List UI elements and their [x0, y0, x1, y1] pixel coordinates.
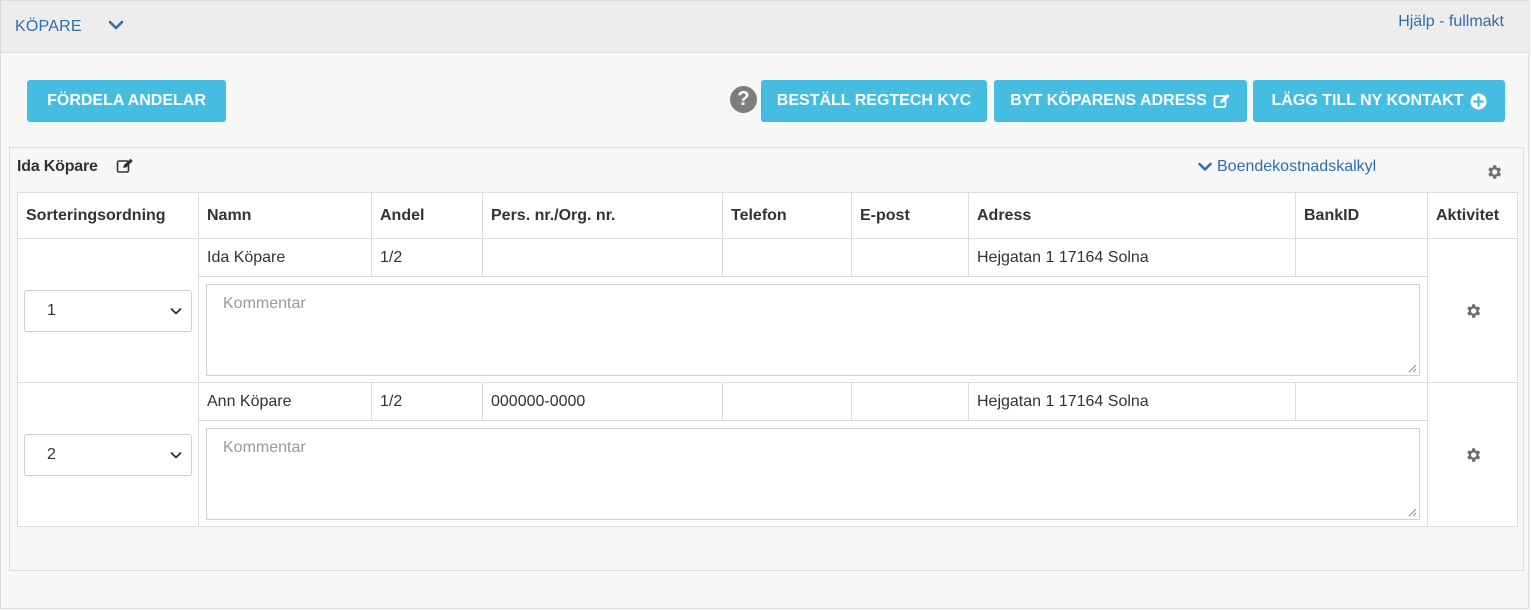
- col-sort-order[interactable]: Sorteringsordning: [17, 192, 199, 239]
- comment-textarea[interactable]: Kommentar: [206, 283, 1420, 376]
- col-email[interactable]: E-post: [851, 192, 969, 239]
- sort-order-cell: 2: [17, 382, 199, 527]
- id-number-cell: [482, 238, 723, 277]
- phone-cell: [722, 382, 852, 421]
- col-phone[interactable]: Telefon: [722, 192, 852, 239]
- distribute-shares-label: FÖRDELA ANDELAR: [47, 92, 206, 109]
- chevron-down-icon: [170, 451, 182, 458]
- id-number-cell: 000000-0000: [482, 382, 723, 421]
- chevron-down-icon[interactable]: [107, 17, 125, 33]
- buyer-panel: Ida Köpare Boendekostnadskalkyl Sorterin…: [9, 147, 1524, 571]
- help-link[interactable]: Hjälp - fullmakt: [1398, 13, 1504, 31]
- plus-circle-icon: [1470, 93, 1486, 109]
- section-title[interactable]: KÖPARE: [15, 18, 82, 36]
- table-row: 1 Ida Köpare 1/2 Hejgatan 1 17164 Solna: [17, 238, 1518, 383]
- sort-order-value: 2: [47, 445, 56, 463]
- comment-placeholder: Kommentar: [223, 294, 306, 312]
- resize-handle-icon[interactable]: [1407, 363, 1417, 373]
- buyers-table: Sorteringsordning Namn Andel Pers. nr./O…: [17, 192, 1518, 527]
- calc-link-label: Boendekostnadskalkyl: [1217, 158, 1377, 175]
- comment-textarea[interactable]: Kommentar: [206, 427, 1420, 520]
- change-address-button[interactable]: BYT KÖPARENS ADRESS: [994, 80, 1247, 122]
- name-cell: Ida Köpare: [198, 238, 372, 277]
- comment-row: Kommentar: [18, 420, 1518, 527]
- email-cell: [851, 382, 969, 421]
- change-address-label: BYT KÖPARENS ADRESS: [1010, 92, 1207, 109]
- resize-handle-icon[interactable]: [1407, 507, 1417, 517]
- buyer-group-title: Ida Köpare: [17, 158, 98, 175]
- share-cell: 1/2: [371, 382, 483, 421]
- bankid-cell: [1295, 238, 1428, 277]
- distribute-shares-button[interactable]: FÖRDELA ANDELAR: [27, 80, 226, 122]
- calc-link[interactable]: Boendekostnadskalkyl: [1197, 158, 1376, 176]
- col-share[interactable]: Andel: [371, 192, 483, 239]
- comment-row: Kommentar: [18, 276, 1518, 383]
- col-id-number[interactable]: Pers. nr./Org. nr.: [482, 192, 723, 239]
- col-bankid[interactable]: BankID: [1295, 192, 1428, 239]
- address-cell: Hejgatan 1 17164 Solna: [968, 238, 1296, 277]
- table-row: 2 Ann Köpare 1/2 000000-0000 Hejgatan 1 …: [17, 382, 1518, 527]
- comment-cell: Kommentar: [198, 420, 1428, 527]
- gear-icon[interactable]: [1464, 302, 1482, 320]
- add-contact-label: LÄGG TILL NY KONTAKT: [1271, 92, 1464, 109]
- section-header: KÖPARE Hjälp - fullmakt: [1, 1, 1530, 53]
- chevron-down-icon: [170, 307, 182, 314]
- sort-order-value: 1: [47, 301, 56, 319]
- col-name[interactable]: Namn: [198, 192, 372, 239]
- activity-cell: [1427, 238, 1518, 383]
- share-cell: 1/2: [371, 238, 483, 277]
- question-icon[interactable]: ?: [730, 86, 757, 113]
- gear-icon[interactable]: [1485, 163, 1503, 181]
- gear-icon[interactable]: [1464, 446, 1482, 464]
- order-kyc-label: BESTÄLL REGTECH KYC: [776, 92, 972, 109]
- address-cell: Hejgatan 1 17164 Solna: [968, 382, 1296, 421]
- bankid-cell: [1295, 382, 1428, 421]
- comment-cell: Kommentar: [198, 276, 1428, 383]
- name-cell: Ann Köpare: [198, 382, 372, 421]
- edit-icon: [1213, 93, 1230, 108]
- col-activity: Aktivitet: [1427, 192, 1518, 239]
- comment-placeholder: Kommentar: [223, 438, 306, 456]
- chevron-down-icon: [1198, 162, 1212, 171]
- phone-cell: [722, 238, 852, 277]
- email-cell: [851, 238, 969, 277]
- sort-order-select[interactable]: 1: [24, 289, 192, 332]
- sort-order-select[interactable]: 2: [24, 433, 192, 476]
- order-kyc-button[interactable]: BESTÄLL REGTECH KYC: [761, 80, 987, 122]
- edit-icon[interactable]: [116, 157, 134, 175]
- app-frame: KÖPARE Hjälp - fullmakt FÖRDELA ANDELAR …: [0, 0, 1530, 609]
- col-address[interactable]: Adress: [968, 192, 1296, 239]
- activity-cell: [1427, 382, 1518, 527]
- table-header-row: Sorteringsordning Namn Andel Pers. nr./O…: [17, 192, 1518, 239]
- sort-order-cell: 1: [17, 238, 199, 383]
- add-contact-button[interactable]: LÄGG TILL NY KONTAKT: [1253, 80, 1505, 122]
